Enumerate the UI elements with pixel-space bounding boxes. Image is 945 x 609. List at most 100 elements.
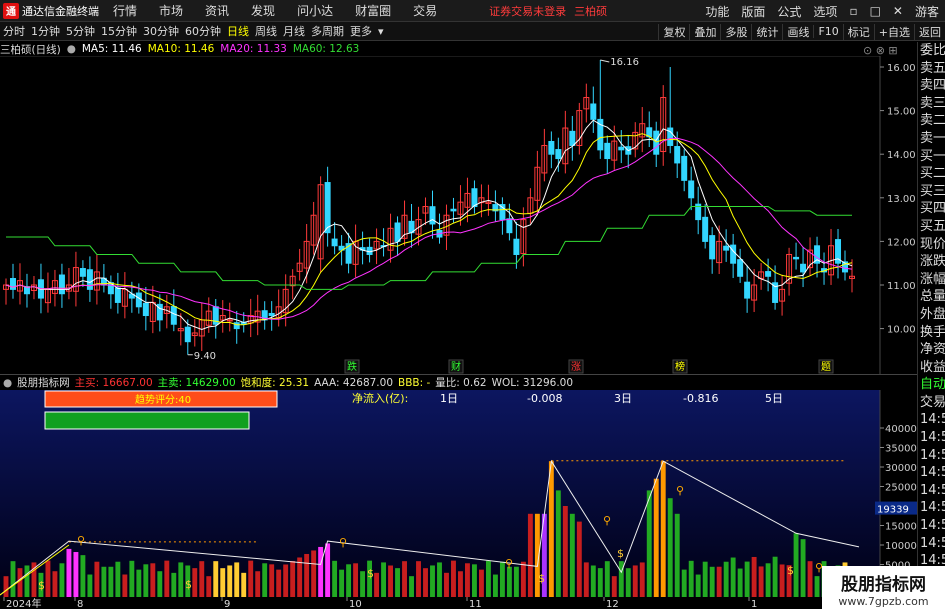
- volume-bar: [409, 576, 414, 597]
- candle-body: [429, 206, 436, 225]
- menu-wealth[interactable]: 财富圈: [355, 2, 391, 19]
- side-panel-item[interactable]: 14:56: [918, 517, 945, 535]
- candle-body: [744, 281, 751, 299]
- period-weekly[interactable]: 周线: [255, 23, 277, 39]
- price-axis-label: 13.00: [887, 194, 916, 205]
- indicator-settings-icon[interactable]: ●: [3, 377, 12, 389]
- volume-bar: [807, 561, 813, 597]
- period-30min[interactable]: 30分钟: [143, 23, 179, 39]
- side-panel-item[interactable]: 14:56: [918, 411, 945, 429]
- tool-draw[interactable]: 画线: [782, 23, 813, 40]
- tool-adjust[interactable]: 复权: [658, 23, 689, 40]
- side-panel-item[interactable]: 自动: [918, 376, 945, 394]
- side-panel-item[interactable]: 卖二: [918, 112, 945, 130]
- menu-function[interactable]: 功能: [705, 3, 729, 20]
- period-15min[interactable]: 15分钟: [101, 23, 137, 39]
- guest-user[interactable]: 游客: [915, 3, 939, 20]
- volume-bar: [10, 561, 16, 597]
- menu-formula[interactable]: 公式: [777, 3, 801, 20]
- menu-market[interactable]: 市场: [159, 2, 183, 19]
- side-panel-item[interactable]: 卖三: [918, 95, 945, 113]
- period-tick[interactable]: 分时: [3, 23, 25, 39]
- tool-overlay[interactable]: 叠加: [689, 23, 720, 40]
- side-panel-item[interactable]: 买四: [918, 200, 945, 218]
- side-panel-item[interactable]: 14:56: [918, 499, 945, 517]
- period-monthly[interactable]: 月线: [283, 23, 305, 39]
- side-panel-item[interactable]: 14:56: [918, 464, 945, 482]
- side-panel-item[interactable]: 卖四: [918, 77, 945, 95]
- side-panel-item[interactable]: 总量: [918, 288, 945, 306]
- side-panel-item[interactable]: 外盘: [918, 306, 945, 324]
- side-panel-item[interactable]: 买五: [918, 218, 945, 236]
- candle-body: [394, 222, 401, 242]
- period-1min[interactable]: 1分钟: [31, 23, 60, 39]
- side-panel-item[interactable]: 委比: [918, 42, 945, 60]
- side-panel-item[interactable]: 14:56: [918, 535, 945, 553]
- event-marker: 财: [451, 360, 461, 373]
- tool-back[interactable]: 返回: [914, 23, 945, 40]
- tool-f10[interactable]: F10: [813, 25, 842, 38]
- menu-layout[interactable]: 版面: [741, 3, 765, 20]
- side-panel-item[interactable]: 换手: [918, 324, 945, 342]
- period-60min[interactable]: 60分钟: [185, 23, 221, 39]
- volume-bar: [765, 563, 771, 597]
- window-min-icon[interactable]: ▫: [849, 4, 857, 18]
- candle-body: [618, 146, 625, 151]
- indicator-axis-label: 15000: [885, 522, 917, 533]
- volume-bar: [709, 566, 715, 597]
- volume-bar: [374, 572, 380, 597]
- bbb-value: BBB: -: [398, 376, 431, 389]
- side-panel-item[interactable]: 卖五: [918, 60, 945, 78]
- side-panel-item[interactable]: 买二: [918, 165, 945, 183]
- login-status[interactable]: 证券交易未登录: [489, 3, 566, 19]
- indicator-chart[interactable]: 4000035000300002500020000150001000050001…: [0, 390, 917, 609]
- candlestick-chart[interactable]: 16.00 15.00 14.00 13.00 12.00 11.00 10.00 16.16…: [0, 56, 917, 374]
- candle-body: [135, 292, 142, 308]
- period-more[interactable]: 更多: [350, 23, 372, 39]
- tool-stats[interactable]: 统计: [751, 23, 782, 40]
- side-panel-item[interactable]: 买一: [918, 148, 945, 166]
- menu-discover[interactable]: 发现: [251, 2, 275, 19]
- dropdown-icon[interactable]: ▾: [378, 25, 384, 38]
- aaa-value: AAA: 42687.00: [314, 376, 394, 389]
- menu-news[interactable]: 资讯: [205, 2, 229, 19]
- volume-bar: [318, 546, 324, 597]
- side-panel-item[interactable]: 14:56: [918, 447, 945, 465]
- runner-icon: ⚲: [603, 514, 611, 527]
- side-panel-item[interactable]: 14:56: [918, 482, 945, 500]
- side-panel-item[interactable]: 净资: [918, 341, 945, 359]
- volume-bar: [115, 561, 121, 597]
- side-panel-item[interactable]: 收益: [918, 359, 945, 377]
- window-max-icon[interactable]: □: [870, 4, 881, 18]
- tool-multi-stock[interactable]: 多股: [720, 23, 751, 40]
- window-close-icon[interactable]: ✕: [893, 4, 903, 18]
- period-daily[interactable]: 日线: [227, 23, 249, 39]
- volume-bar: [688, 560, 694, 597]
- menu-market-quotes[interactable]: 行情: [113, 2, 137, 19]
- wol-value: WOL: 31296.00: [491, 376, 574, 389]
- volume-bar: [255, 571, 261, 597]
- side-panel-item[interactable]: 交易: [918, 394, 945, 412]
- period-multi[interactable]: 多周期: [311, 23, 344, 39]
- menu-ask[interactable]: 问小达: [297, 2, 333, 19]
- volume-bar: [583, 562, 589, 597]
- side-panel-item[interactable]: 涨幅: [918, 271, 945, 289]
- volume-bar: [667, 498, 673, 597]
- side-panel-item[interactable]: 卖一: [918, 130, 945, 148]
- side-panel-item[interactable]: 买三: [918, 183, 945, 201]
- menu-trade[interactable]: 交易: [413, 2, 437, 19]
- candle-body: [58, 274, 65, 295]
- menu-options[interactable]: 选项: [813, 3, 837, 20]
- ma20-label: MA20: 11.33: [220, 43, 287, 55]
- period-5min[interactable]: 5分钟: [66, 23, 95, 39]
- side-panel-item[interactable]: 现价: [918, 236, 945, 254]
- volume-bar: [157, 571, 163, 597]
- side-panel-item[interactable]: 涨跌: [918, 253, 945, 271]
- volume-bar: [576, 521, 582, 597]
- settings-dot-icon[interactable]: ●: [67, 43, 76, 55]
- tool-add-watchlist[interactable]: +自选: [873, 23, 914, 40]
- volume-bar: [94, 561, 100, 597]
- tool-mark[interactable]: 标记: [842, 23, 874, 40]
- side-panel-item[interactable]: 14:56: [918, 429, 945, 447]
- volume-bar: [3, 576, 9, 597]
